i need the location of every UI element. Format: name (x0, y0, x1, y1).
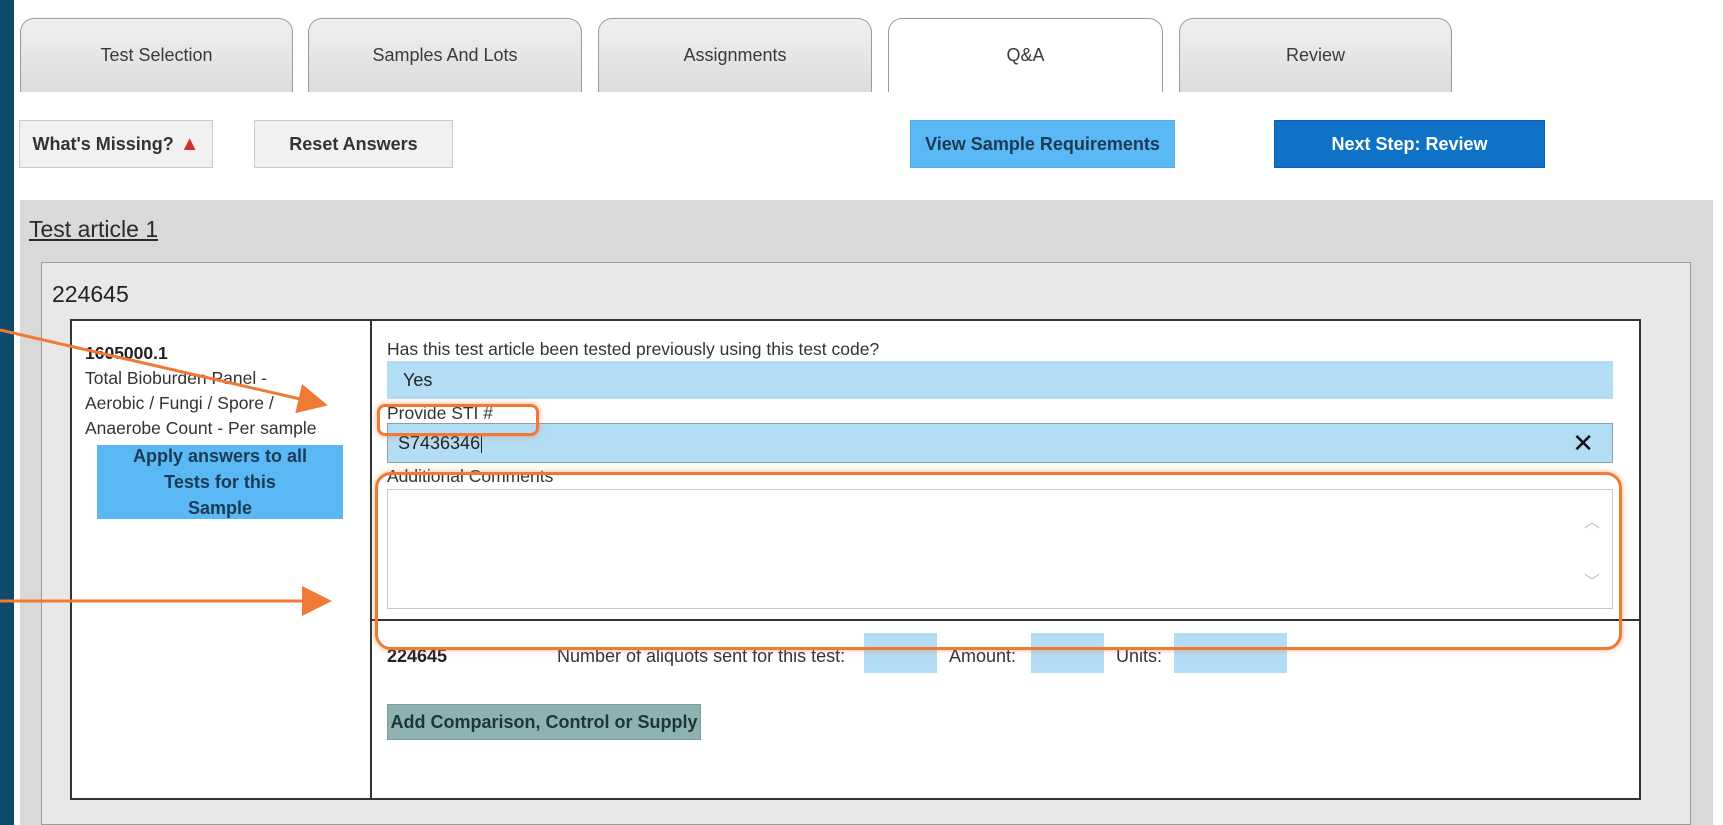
question-tested-previously: Has this test article been tested previo… (387, 339, 880, 359)
tab-label: Review (1285, 45, 1346, 65)
apply-answers-label: Apply answers to all Tests for this Samp… (132, 446, 308, 518)
tested-previously-select[interactable]: Yes (387, 361, 1613, 399)
warning-icon: ▲ (179, 133, 200, 155)
view-sample-requirements-button[interactable]: View Sample Requirements (910, 120, 1175, 168)
text-cursor (481, 433, 483, 453)
reset-answers-button[interactable]: Reset Answers (254, 120, 453, 168)
tab-label: Test Selection (100, 45, 213, 65)
tab-assignments[interactable]: Assignments (598, 18, 872, 92)
test-info-column: 1605000.1 Total Bioburden Panel - Aerobi… (72, 321, 372, 798)
tab-label: Samples And Lots (372, 45, 518, 65)
apply-answers-button[interactable]: Apply answers to all Tests for this Samp… (97, 445, 343, 519)
next-step-review-button[interactable]: Next Step: Review (1274, 120, 1545, 168)
add-comparison-button[interactable]: Add Comparison, Control or Supply (387, 704, 701, 740)
view-requirements-label: View Sample Requirements (925, 133, 1160, 154)
test-article-title[interactable]: Test article 1 (29, 216, 158, 243)
main-panel: Test Selection Samples And Lots Assignme… (14, 0, 1723, 825)
tab-label: Q&A (1006, 45, 1045, 65)
test-description: Total Bioburden Panel - Aerobic / Fungi … (85, 368, 317, 438)
comments-highlight-box (375, 472, 1622, 650)
sti-highlight-box (377, 404, 539, 436)
clear-icon[interactable]: ✕ (1572, 430, 1594, 456)
tab-samples-and-lots[interactable]: Samples And Lots (308, 18, 582, 92)
whats-missing-label: What's Missing? (32, 133, 174, 154)
tab-qa[interactable]: Q&A (888, 18, 1163, 92)
tab-test-selection[interactable]: Test Selection (20, 18, 293, 92)
sti-number-input[interactable]: S7436346 ✕ (387, 423, 1613, 463)
whats-missing-button[interactable]: What's Missing? ▲ (19, 120, 213, 168)
reset-answers-label: Reset Answers (289, 133, 418, 154)
tab-review[interactable]: Review (1179, 18, 1452, 92)
tested-previously-value: Yes (403, 369, 433, 390)
test-code: 1605000.1 (85, 343, 168, 363)
tab-bar: Test Selection Samples And Lots Assignme… (14, 0, 1723, 92)
add-comparison-label: Add Comparison, Control or Supply (390, 711, 698, 732)
next-step-label: Next Step: Review (1331, 133, 1488, 154)
tab-label: Assignments (683, 45, 787, 65)
sample-id: 224645 (52, 281, 129, 307)
